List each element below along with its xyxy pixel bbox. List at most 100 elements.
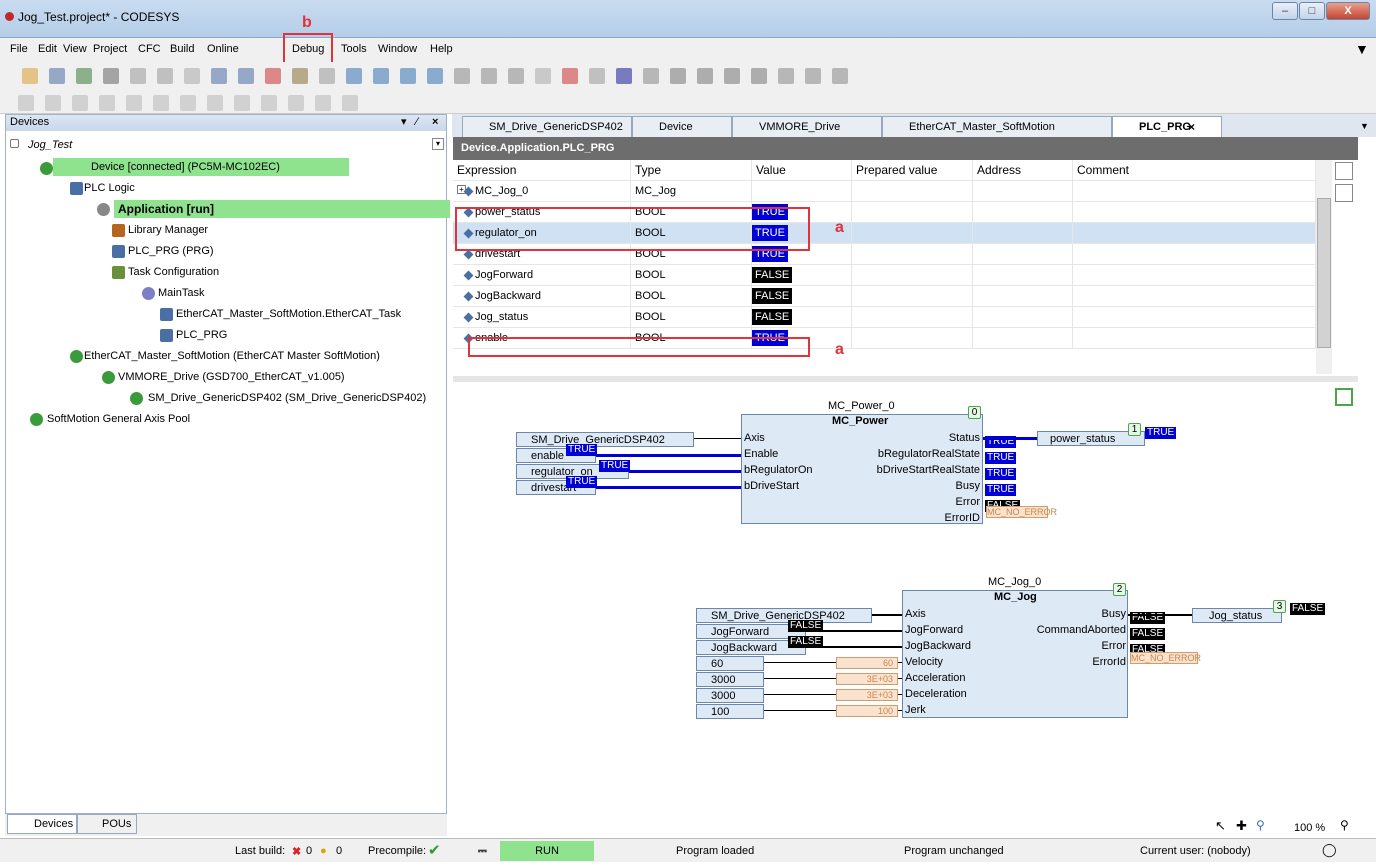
jog-status-output-var[interactable]: Jog_status: [1192, 608, 1282, 623]
splitter[interactable]: [453, 376, 1358, 382]
cell-prepared-value[interactable]: [852, 307, 973, 328]
tree-item-jog-test[interactable]: Jog_Test: [28, 136, 72, 154]
pan-icon[interactable]: ✚: [1236, 818, 1252, 834]
cell-prepared-value[interactable]: [852, 181, 973, 202]
tree-item-vmmore-drive[interactable]: VMMORE_Drive (GSD700_EtherCAT_v1.005): [118, 368, 345, 386]
jog-input-var[interactable]: 3000: [696, 688, 764, 703]
tab-vmmore-drive[interactable]: VMMORE_Drive: [732, 116, 882, 137]
lock-icon[interactable]: ⎓: [478, 845, 487, 858]
cfc-toolbar-button-icon[interactable]: [72, 95, 88, 111]
menu-view[interactable]: View: [63, 43, 87, 55]
menu-tools[interactable]: Tools: [341, 43, 367, 55]
col-prepared-value[interactable]: Prepared value: [852, 160, 973, 181]
pane-dropdown-icon[interactable]: ▾: [401, 115, 407, 130]
toolbar-button-icon[interactable]: [292, 68, 308, 84]
cfc-toolbar-button-icon[interactable]: [315, 95, 331, 111]
cell-comment[interactable]: [1073, 265, 1316, 286]
toolbar-button-icon[interactable]: [49, 68, 65, 84]
cell-expression[interactable]: JogBackward: [453, 286, 631, 307]
toolbar-button-icon[interactable]: [697, 68, 713, 84]
cell-expression[interactable]: MC_Jog_0: [453, 181, 631, 202]
cfc-toolbar-button-icon[interactable]: [261, 95, 277, 111]
cell-prepared-value[interactable]: [852, 328, 973, 349]
tab-close-icon[interactable]: ×: [1188, 120, 1195, 134]
toolbar-button-icon[interactable]: [481, 68, 497, 84]
toolbar-button-icon[interactable]: [103, 68, 119, 84]
cfc-toolbar-button-icon[interactable]: [18, 95, 34, 111]
toolbar-button-icon[interactable]: [832, 68, 848, 84]
toolbar-button-icon[interactable]: [211, 68, 227, 84]
menu-project[interactable]: Project: [93, 43, 127, 55]
menu-edit[interactable]: Edit: [38, 43, 57, 55]
tree-item-library-manager[interactable]: Library Manager: [128, 221, 208, 239]
jog-input-var[interactable]: SM_Drive_GenericDSP402: [696, 608, 872, 623]
tab-device[interactable]: Device: [632, 116, 732, 137]
close-button[interactable]: X: [1326, 2, 1370, 20]
cfc-toolbar-button-icon[interactable]: [180, 95, 196, 111]
toolbar-button-icon[interactable]: [319, 68, 335, 84]
cell-comment[interactable]: [1073, 307, 1316, 328]
jog-input-var[interactable]: 100: [696, 704, 764, 719]
col-address[interactable]: Address: [973, 160, 1073, 181]
tree-item-ethercat-task[interactable]: EtherCAT_Master_SoftMotion.EtherCAT_Task: [176, 305, 401, 323]
cfc-toolbar-button-icon[interactable]: [99, 95, 115, 111]
toolbar-button-icon[interactable]: [643, 68, 659, 84]
col-value[interactable]: Value: [752, 160, 852, 181]
cell-comment[interactable]: [1073, 286, 1316, 307]
cfc-order-icon[interactable]: [1335, 388, 1353, 406]
col-comment[interactable]: Comment: [1073, 160, 1316, 181]
toolbar-button-icon[interactable]: [76, 68, 92, 84]
zoom-settings-icon[interactable]: ⚲: [1340, 818, 1356, 834]
cfc-toolbar-button-icon[interactable]: [153, 95, 169, 111]
tab-ethercat-master[interactable]: EtherCAT_Master_SoftMotion: [882, 116, 1112, 137]
tree-item-plc-prg[interactable]: PLC_PRG (PRG): [128, 242, 214, 260]
tree-item-ethercat-master[interactable]: EtherCAT_Master_SoftMotion (EtherCAT Mas…: [84, 347, 380, 365]
col-expression[interactable]: Expression: [453, 160, 631, 181]
cell-comment[interactable]: [1073, 181, 1316, 202]
cfc-toolbar-button-icon[interactable]: [126, 95, 142, 111]
user-shield-icon[interactable]: ◯: [1322, 842, 1337, 858]
zoom-level[interactable]: 100 %: [1294, 822, 1325, 834]
menu-online[interactable]: Online: [207, 43, 239, 55]
minimize-button[interactable]: –: [1272, 2, 1298, 20]
toolbar-button-icon[interactable]: [805, 68, 821, 84]
toolbar-button-icon[interactable]: [616, 68, 632, 84]
table-row[interactable]: MC_Jog_0 + MC_Jog: [453, 181, 1316, 202]
toolbar-button-icon[interactable]: [373, 68, 389, 84]
cell-prepared-value[interactable]: [852, 202, 973, 223]
jog-instance-name[interactable]: MC_Jog_0: [988, 576, 1041, 588]
cfc-toolbar-button-icon[interactable]: [288, 95, 304, 111]
tree-scroll-button[interactable]: ▾: [432, 138, 444, 150]
cfc-toolbar-button-icon[interactable]: [207, 95, 223, 111]
toolbar-button-icon[interactable]: [130, 68, 146, 84]
cell-prepared-value[interactable]: [852, 286, 973, 307]
toolbar-button-icon[interactable]: [427, 68, 443, 84]
tree-item-application[interactable]: Application [run]: [114, 200, 450, 218]
toolbar-button-icon[interactable]: [454, 68, 470, 84]
menu-window[interactable]: Window: [378, 43, 417, 55]
cell-comment[interactable]: [1073, 202, 1316, 223]
tab-sm-drive[interactable]: SM_Drive_GenericDSP402: [462, 116, 632, 137]
power-instance-name[interactable]: MC_Power_0: [828, 400, 895, 412]
tab-devices[interactable]: Devices: [7, 814, 77, 834]
cell-comment[interactable]: [1073, 223, 1316, 244]
toolbar-button-icon[interactable]: [184, 68, 200, 84]
table-row[interactable]: Jog_status BOOL FALSE: [453, 307, 1316, 328]
toolbar-button-icon[interactable]: [778, 68, 794, 84]
toolbar-button-icon[interactable]: [265, 68, 281, 84]
zoom-icon[interactable]: ⚲: [1256, 818, 1272, 834]
cell-expression[interactable]: JogForward: [453, 265, 631, 286]
toolbar-button-icon[interactable]: [346, 68, 362, 84]
cell-prepared-value[interactable]: [852, 223, 973, 244]
tree-item-maintask[interactable]: MainTask: [158, 284, 204, 302]
table-scroll-thumb[interactable]: [1317, 198, 1331, 348]
pane-close-icon[interactable]: ×: [432, 115, 438, 130]
jog-input-var[interactable]: 3000: [696, 672, 764, 687]
menu-cfc[interactable]: CFC: [138, 43, 161, 55]
menu-help[interactable]: Help: [430, 43, 453, 55]
toolbar-button-icon[interactable]: [670, 68, 686, 84]
pin-icon[interactable]: ∕: [416, 115, 418, 130]
tab-plc-prg[interactable]: PLC_PRG: [1112, 116, 1222, 137]
toolbar-button-icon[interactable]: [400, 68, 416, 84]
menu-file[interactable]: File: [10, 43, 28, 55]
